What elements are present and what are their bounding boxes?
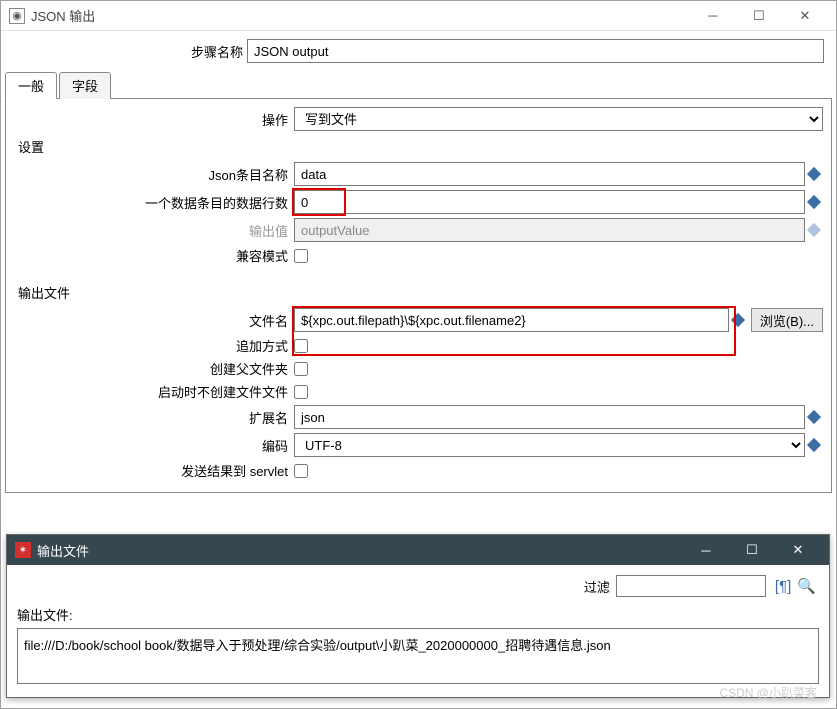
ext-row: 扩展名: [14, 405, 823, 429]
variable-icon[interactable]: [807, 167, 821, 181]
encoding-row: 编码 UTF-8: [14, 433, 823, 457]
output-file-dialog: ✶ 输出文件 ─ ☐ ✕ 过滤 [¶] 🔍 输出文件: file:///D:/b…: [6, 534, 830, 698]
servlet-label: 发送结果到 servlet: [14, 461, 294, 480]
operation-select[interactable]: 写到文件: [294, 107, 823, 131]
minimize-button[interactable]: ─: [690, 1, 736, 31]
output-value-row: 输出值: [14, 218, 823, 242]
settings-heading: 设置: [18, 137, 823, 156]
no-create-start-checkbox[interactable]: [294, 385, 308, 399]
filename-input[interactable]: [294, 308, 729, 332]
sub-body: 过滤 [¶] 🔍 输出文件: file:///D:/book/school bo…: [7, 565, 829, 697]
json-entry-input[interactable]: [294, 162, 805, 186]
body-area: 步骤名称 一般 字段 操作 写到文件 设置 Json条目名称: [1, 39, 836, 497]
filename-row: 文件名 浏览(B)...: [14, 308, 823, 332]
variable-icon: [807, 223, 821, 237]
sub-app-icon: ✶: [15, 542, 31, 558]
variable-icon[interactable]: [807, 195, 821, 209]
window-controls: ─ ☐ ✕: [690, 1, 828, 31]
sub-window-title: 输出文件: [37, 541, 683, 560]
filename-label: 文件名: [14, 311, 294, 330]
servlet-row: 发送结果到 servlet: [14, 461, 823, 480]
search-icon[interactable]: 🔍: [797, 577, 816, 595]
output-value-input: [294, 218, 805, 242]
operation-label: 操作: [14, 110, 294, 129]
no-create-start-label: 启动时不创建文件文件: [14, 382, 294, 401]
app-icon: ◉: [9, 8, 25, 24]
tab-fields[interactable]: 字段: [59, 72, 111, 99]
json-entry-label: Json条目名称: [14, 165, 294, 184]
rows-input[interactable]: [294, 190, 805, 214]
output-file-path[interactable]: file:///D:/book/school book/数据导入于预处理/综合实…: [17, 628, 819, 684]
window-title: JSON 输出: [31, 6, 690, 25]
ext-input[interactable]: [294, 405, 805, 429]
sub-maximize-button[interactable]: ☐: [729, 535, 775, 565]
create-parent-label: 创建父文件夹: [14, 359, 294, 378]
maximize-button[interactable]: ☐: [736, 1, 782, 31]
sub-close-button[interactable]: ✕: [775, 535, 821, 565]
output-value-label: 输出值: [14, 221, 294, 240]
output-file-heading: 输出文件: [18, 283, 823, 302]
close-button[interactable]: ✕: [782, 1, 828, 31]
output-file-label: 输出文件:: [17, 605, 819, 624]
step-name-row: 步骤名称: [185, 39, 832, 63]
append-checkbox[interactable]: [294, 339, 308, 353]
encoding-label: 编码: [14, 436, 294, 455]
servlet-checkbox[interactable]: [294, 464, 308, 478]
compat-checkbox[interactable]: [294, 249, 308, 263]
compat-row: 兼容模式: [14, 246, 823, 265]
create-parent-row: 创建父文件夹: [14, 359, 823, 378]
compat-label: 兼容模式: [14, 246, 294, 265]
tab-bar: 一般 字段: [5, 71, 832, 99]
rows-row: 一个数据条目的数据行数: [14, 190, 823, 214]
sub-minimize-button[interactable]: ─: [683, 535, 729, 565]
variable-icon[interactable]: [731, 313, 745, 327]
create-parent-checkbox[interactable]: [294, 362, 308, 376]
encoding-select[interactable]: UTF-8: [294, 433, 805, 457]
browse-button[interactable]: 浏览(B)...: [751, 308, 823, 332]
rows-label: 一个数据条目的数据行数: [14, 193, 294, 212]
operation-row: 操作 写到文件: [14, 107, 823, 131]
append-label: 追加方式: [14, 336, 294, 355]
sub-titlebar: ✶ 输出文件 ─ ☐ ✕: [7, 535, 829, 565]
ext-label: 扩展名: [14, 408, 294, 427]
tab-general[interactable]: 一般: [5, 72, 57, 99]
no-create-start-row: 启动时不创建文件文件: [14, 382, 823, 401]
tab-content: 操作 写到文件 设置 Json条目名称 一个数据条目的数据行数: [5, 99, 832, 493]
json-entry-row: Json条目名称: [14, 162, 823, 186]
filter-input[interactable]: [616, 575, 766, 597]
step-name-input[interactable]: [247, 39, 824, 63]
variable-icon[interactable]: [807, 410, 821, 424]
append-row: 追加方式: [14, 336, 823, 355]
titlebar: ◉ JSON 输出 ─ ☐ ✕: [1, 1, 836, 31]
filter-row: 过滤 [¶] 🔍: [17, 575, 819, 597]
variable-icon[interactable]: [807, 438, 821, 452]
regex-icon[interactable]: [¶]: [775, 578, 791, 595]
filter-label: 过滤: [584, 577, 610, 596]
step-name-label: 步骤名称: [185, 42, 243, 61]
